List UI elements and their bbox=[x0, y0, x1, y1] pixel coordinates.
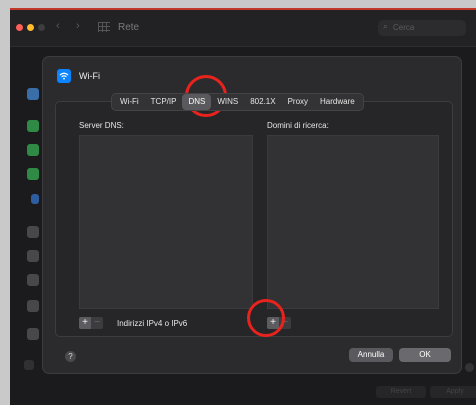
sidebar-dots-icon[interactable] bbox=[27, 250, 39, 262]
cancel-button[interactable]: Annulla bbox=[349, 348, 393, 362]
sidebar-dots-icon[interactable] bbox=[27, 274, 39, 286]
zoom-button[interactable] bbox=[38, 24, 45, 31]
back-button[interactable]: ‹ bbox=[56, 20, 60, 32]
sidebar-wifi-icon[interactable] bbox=[27, 88, 39, 100]
search-placeholder: Cerca bbox=[393, 23, 415, 32]
dns-add-remove-control: + − bbox=[79, 317, 103, 329]
search-icon: ⌕ bbox=[383, 21, 389, 31]
add-dns-button[interactable]: + bbox=[79, 317, 91, 329]
tab-proxy[interactable]: Proxy bbox=[282, 94, 314, 110]
wifi-icon bbox=[57, 69, 71, 83]
remove-domain-button[interactable]: − bbox=[279, 317, 291, 329]
forward-button[interactable]: › bbox=[76, 20, 80, 32]
sidebar-dots-icon[interactable] bbox=[27, 300, 39, 312]
sidebar-phone-icon[interactable] bbox=[27, 120, 39, 132]
sidebar-add-icon[interactable] bbox=[24, 360, 34, 370]
search-domains-list[interactable] bbox=[267, 135, 439, 309]
search-domains-label: Domini di ricerca: bbox=[267, 121, 329, 130]
tab-hardware[interactable]: Hardware bbox=[314, 94, 361, 110]
sidebar-phone-icon[interactable] bbox=[27, 144, 39, 156]
sidebar-dots-icon[interactable] bbox=[27, 226, 39, 238]
tab-wins[interactable]: WINS bbox=[211, 94, 244, 110]
sidebar-phone-icon[interactable] bbox=[27, 168, 39, 180]
sidebar-lock-icon[interactable] bbox=[27, 328, 39, 340]
minimize-button[interactable] bbox=[27, 24, 34, 31]
tab-8021x[interactable]: 802.1X bbox=[244, 94, 281, 110]
dialog-title: Wi-Fi bbox=[79, 71, 100, 81]
help-icon[interactable] bbox=[465, 363, 474, 372]
search-field[interactable]: ⌕ Cerca bbox=[378, 20, 466, 36]
tab-dns[interactable]: DNS bbox=[182, 94, 212, 110]
sidebar-network-icon[interactable] bbox=[31, 194, 39, 204]
revert-button[interactable]: Revert bbox=[376, 386, 426, 398]
dns-servers-list[interactable] bbox=[79, 135, 253, 309]
window-title: Rete bbox=[118, 22, 140, 33]
add-domain-button[interactable]: + bbox=[267, 317, 279, 329]
help-button[interactable]: ? bbox=[65, 351, 76, 362]
remove-dns-button[interactable]: − bbox=[91, 317, 103, 329]
title-bar: ‹ › Rete ⌕ Cerca bbox=[10, 10, 476, 47]
tab-wifi[interactable]: Wi-Fi bbox=[114, 94, 145, 110]
close-button[interactable] bbox=[16, 24, 23, 31]
tab-bar: Wi-Fi TCP/IP DNS WINS 802.1X Proxy Hardw… bbox=[111, 93, 364, 111]
grid-icon[interactable] bbox=[98, 22, 110, 32]
wifi-advanced-dialog: Wi-Fi Wi-Fi TCP/IP DNS WINS 802.1X Proxy… bbox=[42, 56, 462, 374]
apply-button[interactable]: Apply bbox=[430, 386, 476, 398]
ok-button[interactable]: OK bbox=[399, 348, 451, 362]
dns-servers-label: Server DNS: bbox=[79, 121, 124, 130]
domain-add-remove-control: + − bbox=[267, 317, 291, 329]
tab-tcpip[interactable]: TCP/IP bbox=[145, 94, 183, 110]
dns-format-hint: Indirizzi IPv4 o IPv6 bbox=[117, 319, 188, 328]
network-settings-window: ‹ › Rete ⌕ Cerca Revert Apply Wi-Fi Wi-F… bbox=[10, 8, 476, 405]
